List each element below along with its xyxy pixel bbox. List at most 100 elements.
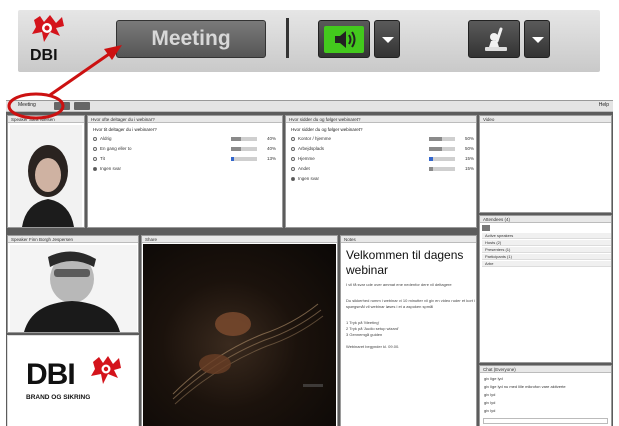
pod-title: Notes <box>341 236 476 243</box>
raise-hand-button[interactable] <box>468 20 520 58</box>
chat-message: giv lyd <box>484 408 496 413</box>
meeting-room-window: Meeting Help Speaker Sara Nielsen Hvor o… <box>6 100 613 426</box>
speaker-woman-image <box>10 125 82 227</box>
radio-selected-icon[interactable] <box>291 177 295 181</box>
radio-icon[interactable] <box>93 157 97 161</box>
pod-title: Video <box>480 116 611 123</box>
poll-result-bar <box>231 147 257 151</box>
pod-title: Hvor ofte deltager du i webinar? <box>88 116 282 123</box>
speaker2-webcam <box>10 245 137 332</box>
speaker1-pod: Speaker Sara Nielsen <box>7 115 85 228</box>
menu-bar: Meeting Help <box>6 101 613 112</box>
poll-option-row[interactable]: Kontor / hjemme 50%20 <box>291 136 474 143</box>
poll-option-row[interactable]: Andet 15%6 <box>291 166 474 173</box>
chevron-down-icon <box>532 37 544 43</box>
attendee-row[interactable]: Hosts (2) <box>482 240 611 246</box>
poll-result-percent: 40% <box>266 146 276 151</box>
chevron-down-icon <box>382 37 394 43</box>
radio-icon[interactable] <box>93 137 97 141</box>
poll-option-label: Andet <box>298 166 310 171</box>
dbi-flame-logo-icon <box>91 356 121 384</box>
attendee-row[interactable]: Arbe <box>482 261 611 267</box>
poll-result-bar <box>429 157 455 161</box>
shared-video-guitar[interactable] <box>143 244 336 426</box>
poll-result-percent: 50% <box>464 146 474 151</box>
poll-result-percent: 13% <box>266 156 276 161</box>
audio-mini-button[interactable] <box>54 102 70 110</box>
dbi-logo: DBI <box>26 14 72 68</box>
notes-paragraph: Webinaret begynder kl. 09.00. <box>346 344 400 349</box>
poll-option-row[interactable]: Tit13%5 <box>93 156 276 163</box>
chat-message: giv lige lyd nu med lille mikrofon vare … <box>484 384 566 389</box>
poll-result-fill <box>429 157 433 161</box>
radio-icon[interactable] <box>291 137 295 141</box>
poll-option-label: Hjemme <box>298 156 315 161</box>
poll-result-bar <box>231 137 257 141</box>
notes-paragraph: 1 Tryk på 'Meeting' <box>346 320 380 325</box>
notes-paragraph: 3 Gennemgå guiden <box>346 332 383 337</box>
poll-result-bar <box>429 147 455 151</box>
poll-option-row[interactable]: Hjemme 15%6 <box>291 156 474 163</box>
poll-result-fill <box>231 157 235 161</box>
menu-meeting[interactable]: Meeting <box>18 102 36 108</box>
poll-option-row[interactable]: En gang eller to40%16 <box>93 146 276 153</box>
poll-result-count: 6 <box>476 156 477 161</box>
attendees-pod: Attendees (4) Active speakers Hosts (2) Pr… <box>479 215 612 363</box>
poll-result-percent: 50% <box>464 136 474 141</box>
attendee-row[interactable]: Active speakers <box>482 233 611 239</box>
poll2-pod: Hvor sidder du og følger webinaret? Hvor… <box>285 115 477 228</box>
chat-input[interactable] <box>483 418 608 424</box>
radio-icon[interactable] <box>291 147 295 151</box>
brand-pod: DBI BRAND OG SIKRING <box>7 335 139 426</box>
menu-help[interactable]: Help <box>599 102 609 108</box>
audio-dropdown-button[interactable] <box>374 20 400 58</box>
poll-option-label: Ingen svar <box>100 166 122 171</box>
zoomed-toolbar: DBI Meeting <box>18 10 600 72</box>
poll-result-fill <box>429 147 442 151</box>
poll-result-percent: 40% <box>266 136 276 141</box>
poll-result-count: 5 <box>278 156 282 161</box>
status-dropdown-button[interactable] <box>524 20 550 58</box>
poll-result-fill <box>231 137 242 141</box>
radio-icon[interactable] <box>93 147 97 151</box>
poll-result-count: 16 <box>278 146 282 151</box>
poll-option-row[interactable]: Arbejdsplads 50%20 <box>291 146 474 153</box>
brand-tagline: BRAND OG SIKRING <box>26 394 91 401</box>
notes-paragraph: I vil få svar ude over ammat ene nedenfo… <box>346 282 452 287</box>
poll-option-label: Arbejdsplads <box>298 146 325 151</box>
poll-result-count: 16 <box>278 136 282 141</box>
attendee-row[interactable]: Participants (1) <box>482 254 611 260</box>
poll-option-row[interactable]: Ingen svar <box>93 166 273 173</box>
guitar-image <box>172 303 324 405</box>
notes-paragraph: 2 Tryk på 'Audio setup wizard' <box>346 326 399 331</box>
attendee-options-icon[interactable] <box>482 225 490 231</box>
poll-result-percent: 15% <box>464 166 474 171</box>
pod-title: Share <box>142 236 337 243</box>
poll-option-label: En gang eller to <box>100 146 132 151</box>
poll2-question: Hvor sidder du og følger webinaret? <box>291 127 363 132</box>
poll1-question: Hvor tit deltager du i webinarer? <box>93 127 157 132</box>
attendee-row[interactable]: Presenters (1) <box>482 247 611 253</box>
radio-selected-icon[interactable] <box>93 167 97 171</box>
toolbar-divider <box>286 18 289 58</box>
poll-result-count: 20 <box>476 146 477 151</box>
pod-title: Attendees (4) <box>480 216 611 223</box>
radio-icon[interactable] <box>291 157 295 161</box>
meeting-menu-button[interactable]: Meeting <box>116 20 266 58</box>
poll-result-bar <box>429 167 455 171</box>
chat-message: giv lyd <box>484 392 496 397</box>
poll-option-label: Aldrig <box>100 136 112 141</box>
share-pod: Share <box>141 235 338 426</box>
notes-heading: Velkommen til dagens webinar <box>346 248 464 277</box>
poll-option-label: Tit <box>100 156 105 161</box>
poll-option-row[interactable]: Ingen svar <box>291 176 471 183</box>
radio-icon[interactable] <box>291 167 295 171</box>
speaker2-pod: Speaker Finn Borgh Jespersen <box>7 235 139 333</box>
chat-message: giv lige lyd <box>484 376 503 381</box>
audio-active-indicator <box>324 26 364 53</box>
audio-speaker-button[interactable] <box>318 20 370 58</box>
screenshot-stage: DBI Meeting Meeting Help Speaker Sara Ni… <box>0 0 619 426</box>
chat-message: giv lyd <box>484 400 496 405</box>
status-mini-button[interactable] <box>74 102 90 110</box>
poll-option-row[interactable]: Aldrig40%16 <box>93 136 276 143</box>
